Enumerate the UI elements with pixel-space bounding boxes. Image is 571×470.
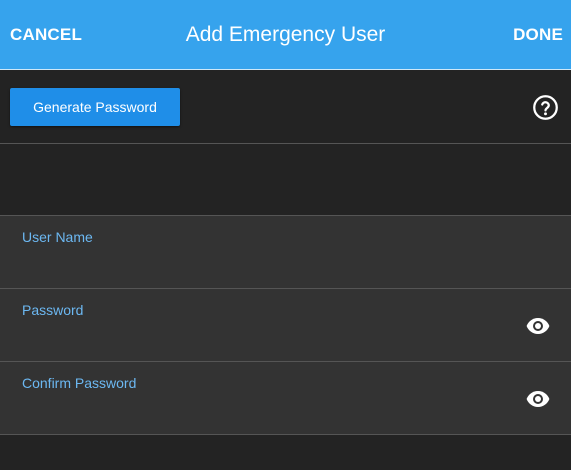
generate-password-button[interactable]: Generate Password <box>10 88 180 126</box>
eye-icon[interactable] <box>526 317 550 335</box>
app-header: CANCEL Add Emergency User DONE <box>0 0 571 70</box>
user-name-input[interactable] <box>22 250 516 278</box>
toolbar: Generate Password <box>0 70 571 144</box>
confirm-password-label: Confirm Password <box>22 375 137 391</box>
help-circle-icon[interactable] <box>532 94 559 121</box>
password-label: Password <box>22 302 84 318</box>
user-name-field[interactable]: User Name <box>0 215 571 288</box>
password-input[interactable] <box>22 323 516 351</box>
page-title: Add Emergency User <box>185 23 386 46</box>
password-field[interactable]: Password <box>0 288 571 361</box>
done-button[interactable]: DONE <box>513 0 563 70</box>
confirm-password-field[interactable]: Confirm Password <box>0 361 571 435</box>
user-name-label: User Name <box>22 229 93 245</box>
bottom-area <box>0 435 571 470</box>
eye-icon[interactable] <box>526 390 550 408</box>
spacer <box>0 144 571 215</box>
confirm-password-input[interactable] <box>22 396 516 424</box>
